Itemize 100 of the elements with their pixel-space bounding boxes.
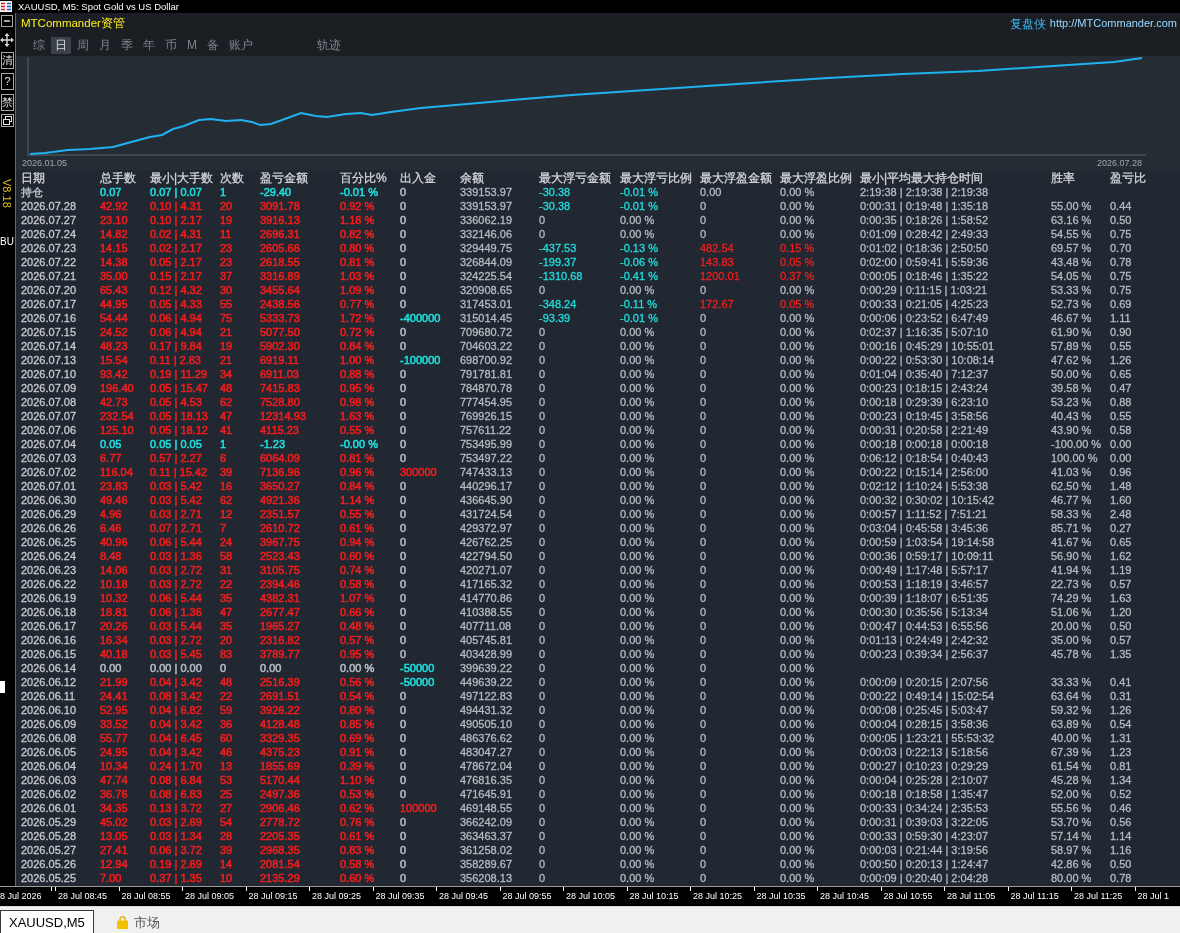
table-cell-text: 784870.78	[460, 381, 513, 395]
table-cell-text: 0	[700, 521, 708, 535]
table-cell-text: 2026.06.03	[21, 773, 78, 787]
site-link[interactable]: http://MTCommander.com	[1049, 15, 1177, 32]
table-cell-text: 0.00 %	[620, 829, 656, 843]
toolbar-button[interactable]: 禁	[1, 94, 14, 111]
table-cell-text: 0.00 %	[620, 703, 656, 717]
table-cell-text: 24	[220, 535, 234, 549]
table-cell-text: 440296.17	[460, 479, 513, 493]
table-cell-text: 0.00 %	[780, 227, 816, 241]
table-cell-text: 0.03 | 2.72	[150, 633, 203, 647]
table-cell-text: 0.08 | 3.42	[150, 689, 203, 703]
period-tab[interactable]: 年	[139, 36, 159, 54]
table-cell-text: 25	[220, 787, 234, 801]
table-cell-text: 5077.50	[260, 325, 301, 339]
table-cell-text: 58.33 %	[1051, 507, 1093, 521]
table-cell-text: 49.46	[100, 493, 129, 507]
market-tab[interactable]: 市场	[107, 910, 169, 933]
period-tab[interactable]: 币	[161, 36, 181, 54]
table-cell-text: 55.00 %	[1051, 199, 1093, 213]
table-cell-text: 0	[700, 787, 708, 801]
table-cell-text: 0:00:50 | 0:20:13 | 1:24:47	[860, 857, 990, 871]
table-cell-text: 2026.05.25	[21, 871, 78, 885]
table-cell-text: 143.83	[700, 255, 735, 269]
table-cell-text: 60	[220, 731, 234, 745]
table-cell-text: 62	[220, 395, 234, 409]
window-icon[interactable]	[1, 114, 14, 127]
table-cell-text: 329449.75	[460, 241, 513, 255]
table-cell-text: 0.00 %	[780, 479, 816, 493]
table-cell-text: 0.00 %	[620, 213, 656, 227]
table-cell-text: 0.83 %	[340, 843, 376, 857]
table-cell-text: 48.23	[100, 339, 129, 353]
table-cell-text: 20.00 %	[1051, 619, 1093, 633]
time-label: 28 Jul 08:45	[58, 891, 108, 901]
table-cell-text: 2026.06.02	[21, 787, 78, 801]
period-tab[interactable]: 日	[51, 36, 71, 54]
table-cell-text: 56.90 %	[1051, 549, 1093, 563]
table-cell-text: 2026.07.15	[21, 325, 78, 339]
table-cell-text: 0.05 | 4.33	[150, 297, 203, 311]
move-icon[interactable]	[0, 33, 14, 47]
table-cell-text: 0.00 %	[780, 619, 816, 633]
table-cell-text: 0	[539, 563, 547, 577]
table-cell-text: 0.00 %	[780, 311, 816, 325]
table-cell-text: -0.13 %	[620, 241, 659, 255]
table-cell-text: 4115.23	[260, 423, 300, 437]
table-cell-text: 0.00 %	[620, 325, 656, 339]
table-cell-text: 53.70 %	[1051, 815, 1093, 829]
order-label: BU	[0, 235, 14, 247]
table-cell-text: 0.00 %	[620, 451, 656, 465]
minimize-icon[interactable]	[1, 15, 13, 27]
table-cell-text: 39	[220, 843, 234, 857]
chart-tab[interactable]: XAUUSD,M5	[0, 910, 94, 933]
period-tab[interactable]: 季	[117, 36, 137, 54]
toolbar-button[interactable]: ?	[1, 73, 14, 90]
table-cell-text: 2026.06.29	[21, 507, 78, 521]
table-cell-text: 0.00 %	[780, 451, 816, 465]
axis-date-label: 2026.07.28	[1096, 157, 1142, 170]
table-cell-text: 0.55 %	[340, 507, 376, 521]
table-cell-text: 0	[700, 353, 708, 367]
table-cell-text: 0.04 | 3.42	[150, 717, 203, 731]
column-header: 最大浮亏金额	[539, 171, 612, 185]
table-cell-text: 0	[539, 605, 547, 619]
period-tab[interactable]: 备	[203, 36, 223, 54]
toolbar-button[interactable]: 清	[1, 52, 14, 69]
track-tab[interactable]: 轨迹	[313, 36, 345, 54]
table-cell-text: 0.56	[1110, 815, 1133, 829]
table-cell-text: 0.56 %	[340, 675, 376, 689]
table-cell-text: 0.00 %	[620, 773, 656, 787]
table-cell-text: 27.41	[100, 843, 129, 857]
table-cell-text: 53.23 %	[1051, 395, 1093, 409]
table-cell-text: 0.00 %	[620, 689, 656, 703]
table-cell-text: 0.77 %	[340, 297, 376, 311]
period-tab[interactable]: M	[183, 36, 201, 54]
table-cell-text: 0.00 %	[620, 815, 656, 829]
table-cell-text: 40.96	[100, 535, 129, 549]
table-cell-text: 2516.39	[260, 675, 301, 689]
table-cell-text: 0.75	[1110, 227, 1133, 241]
table-cell-text: 24.95	[100, 745, 129, 759]
grid-icon	[0, 1, 12, 12]
table-cell-text: 57.14 %	[1051, 829, 1093, 843]
table-cell-text: 0.06 | 4.94	[150, 311, 203, 325]
table-cell-text: -30.38	[539, 185, 572, 199]
table-cell-text: 0	[400, 395, 408, 409]
table-cell-text: 0.57	[1110, 633, 1133, 647]
period-tab[interactable]: 账户	[225, 36, 257, 54]
period-tab[interactable]: 周	[73, 36, 93, 54]
time-label: 28 Jul 09:45	[439, 891, 489, 901]
period-tab[interactable]: 月	[95, 36, 115, 54]
table-cell-text: 0.00 %	[780, 395, 816, 409]
table-cell-text: 0.72 %	[340, 325, 376, 339]
table-cell-text: 65.43	[100, 283, 129, 297]
table-cell-text: 0.00 %	[620, 549, 656, 563]
table-cell-text: 0.00 %	[780, 745, 816, 759]
table-cell-text: 5902.30	[260, 339, 301, 353]
table-cell-text: 0.17 | 9.84	[150, 339, 203, 353]
table-cell-text: 2026.07.21	[21, 269, 78, 283]
table-cell-text: 59.32 %	[1051, 703, 1093, 717]
table-cell-text: 0:00:18 | 0:18:58 | 1:35:47	[860, 787, 990, 801]
table-cell-text: 0	[700, 577, 708, 591]
period-tab[interactable]: 综	[29, 36, 49, 54]
